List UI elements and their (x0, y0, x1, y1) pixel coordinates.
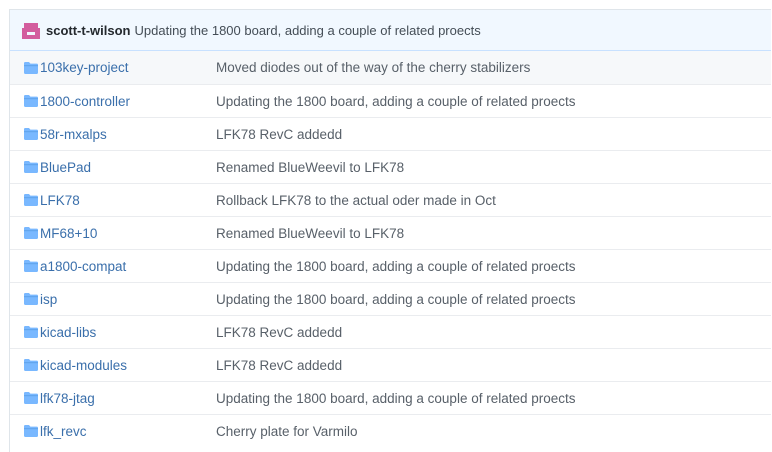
file-row: isp Updating the 1800 board, adding a cou… (10, 282, 771, 315)
folder-name-link[interactable]: LFK78 (40, 193, 216, 208)
commit-message-link[interactable]: Updating the 1800 board, adding a couple… (216, 259, 576, 274)
file-list: 103key-project Moved diodes out of the wa… (10, 51, 771, 447)
commit-message-link[interactable]: Updating the 1800 board, adding a couple… (216, 94, 576, 109)
file-table: scott-t-wilson Updating the 1800 board, … (9, 9, 771, 452)
file-row: a1800-compat Updating the 1800 board, add… (10, 249, 771, 282)
latest-commit-bar: scott-t-wilson Updating the 1800 board, … (10, 10, 771, 51)
folder-icon (10, 161, 40, 173)
file-row: lfk78-jtag Updating the 1800 board, addin… (10, 381, 771, 414)
folder-icon (10, 194, 40, 206)
folder-icon (10, 293, 40, 305)
commit-message-link[interactable]: LFK78 RevC addedd (216, 358, 342, 373)
commit-author[interactable]: scott-t-wilson (46, 23, 131, 38)
file-row: lfk_revc Cherry plate for Varmilo (10, 414, 771, 447)
file-row: 1800-controller Updating the 1800 board, … (10, 84, 771, 117)
folder-icon (10, 227, 40, 239)
file-row: 103key-project Moved diodes out of the wa… (10, 51, 771, 84)
folder-name-link[interactable]: MF68+10 (40, 226, 216, 241)
folder-icon (10, 425, 40, 437)
folder-icon (10, 326, 40, 338)
commit-message-link[interactable]: Cherry plate for Varmilo (216, 424, 358, 439)
folder-name-link[interactable]: 58r-mxalps (40, 127, 216, 142)
commit-message-link[interactable]: Updating the 1800 board, adding a couple… (216, 391, 576, 406)
file-row: 58r-mxalps LFK78 RevC addedd (10, 117, 771, 150)
file-row: MF68+10 Renamed BlueWeevil to LFK78 (10, 216, 771, 249)
folder-name-link[interactable]: 1800-controller (40, 94, 216, 109)
folder-name-link[interactable]: BluePad (40, 160, 216, 175)
commit-message-link[interactable]: LFK78 RevC addedd (216, 325, 342, 340)
commit-message-link[interactable]: LFK78 RevC addedd (216, 127, 342, 142)
commit-message[interactable]: Updating the 1800 board, adding a couple… (135, 23, 481, 38)
folder-name-link[interactable]: a1800-compat (40, 259, 216, 274)
commit-message-link[interactable]: Moved diodes out of the way of the cherr… (216, 60, 530, 75)
commit-message-link[interactable]: Renamed BlueWeevil to LFK78 (216, 160, 404, 175)
folder-name-link[interactable]: lfk78-jtag (40, 391, 216, 406)
folder-name-link[interactable]: isp (40, 292, 216, 307)
folder-icon (10, 260, 40, 272)
folder-icon (10, 359, 40, 371)
folder-name-link[interactable]: lfk_revc (40, 424, 216, 439)
commit-message-link[interactable]: Rollback LFK78 to the actual oder made i… (216, 193, 496, 208)
file-row: LFK78 Rollback LFK78 to the actual oder m… (10, 183, 771, 216)
folder-icon (10, 95, 40, 107)
folder-name-link[interactable]: kicad-libs (40, 325, 216, 340)
file-row: kicad-libs LFK78 RevC addedd (10, 315, 771, 348)
commit-message-link[interactable]: Updating the 1800 board, adding a couple… (216, 292, 576, 307)
file-row: BluePad Renamed BlueWeevil to LFK78 (10, 150, 771, 183)
folder-name-link[interactable]: 103key-project (40, 60, 216, 75)
folder-icon (10, 61, 40, 74)
file-row: kicad-modules LFK78 RevC addedd (10, 348, 771, 381)
commit-message-link[interactable]: Renamed BlueWeevil to LFK78 (216, 226, 404, 241)
avatar[interactable] (22, 21, 40, 39)
folder-icon (10, 128, 40, 140)
folder-name-link[interactable]: kicad-modules (40, 358, 216, 373)
folder-icon (10, 392, 40, 404)
